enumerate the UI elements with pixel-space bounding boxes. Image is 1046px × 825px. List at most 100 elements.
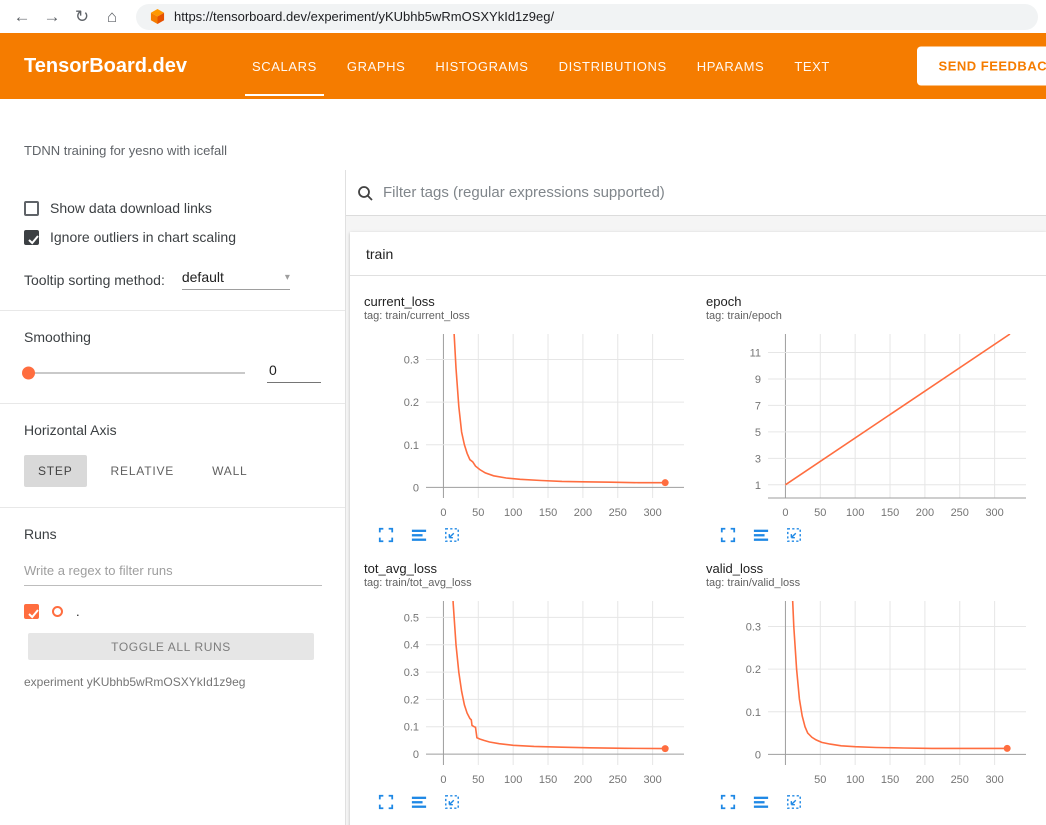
svg-text:100: 100 bbox=[846, 507, 864, 519]
fit-domain-icon[interactable] bbox=[786, 527, 802, 543]
axis-wall-button[interactable]: WALL bbox=[198, 455, 261, 487]
svg-text:0.2: 0.2 bbox=[404, 694, 419, 706]
tooltip-sorting-select[interactable]: default ▾ bbox=[182, 269, 290, 290]
tab-graphs[interactable]: GRAPHS bbox=[332, 33, 421, 99]
svg-text:0.3: 0.3 bbox=[404, 355, 419, 367]
svg-text:0.2: 0.2 bbox=[746, 664, 761, 676]
reload-icon[interactable]: ↻ bbox=[68, 3, 96, 31]
tab-text[interactable]: TEXT bbox=[779, 33, 845, 99]
chart-plot[interactable]: 0501001502002503001357911 bbox=[706, 326, 1036, 524]
divider bbox=[0, 403, 345, 404]
chart-plot[interactable]: 5010015020025030000.10.20.3 bbox=[706, 593, 1036, 791]
chart-title: epoch bbox=[706, 294, 1046, 309]
svg-text:1: 1 bbox=[755, 480, 761, 492]
svg-text:0: 0 bbox=[440, 507, 446, 519]
expand-chart-icon[interactable] bbox=[720, 527, 736, 543]
svg-text:0.1: 0.1 bbox=[746, 707, 761, 719]
tab-histograms[interactable]: HISTOGRAMS bbox=[420, 33, 543, 99]
expand-chart-icon[interactable] bbox=[378, 794, 394, 810]
svg-text:11: 11 bbox=[750, 348, 761, 360]
ignore-outliers-checkbox[interactable] bbox=[24, 230, 39, 245]
smoothing-slider-thumb[interactable] bbox=[22, 366, 35, 379]
fit-domain-icon[interactable] bbox=[786, 794, 802, 810]
chart-tag: tag: train/current_loss bbox=[364, 310, 706, 322]
svg-text:0: 0 bbox=[755, 749, 761, 761]
tag-filter-row bbox=[346, 170, 1046, 216]
smoothing-label: Smoothing bbox=[0, 329, 345, 345]
svg-text:250: 250 bbox=[609, 507, 627, 519]
show-download-links-row: Show data download links bbox=[0, 200, 345, 216]
run-color-ring-icon[interactable] bbox=[52, 606, 63, 617]
experiment-description: TDNN training for yesno with icefall bbox=[0, 99, 1046, 170]
back-icon[interactable]: ← bbox=[8, 3, 36, 31]
tag-group-header[interactable]: train bbox=[350, 232, 1046, 276]
log-scale-icon[interactable] bbox=[411, 527, 427, 543]
divider bbox=[0, 507, 345, 508]
app-title: TensorBoard.dev bbox=[24, 55, 187, 78]
svg-text:0: 0 bbox=[413, 482, 419, 494]
tensorboard-favicon bbox=[150, 9, 165, 24]
forward-icon[interactable]: → bbox=[38, 3, 66, 31]
svg-text:50: 50 bbox=[814, 507, 826, 519]
svg-text:0.4: 0.4 bbox=[404, 640, 419, 652]
send-feedback-button[interactable]: SEND FEEDBACK bbox=[917, 47, 1046, 86]
show-download-links-checkbox[interactable] bbox=[24, 201, 39, 216]
url-bar[interactable]: https://tensorboard.dev/experiment/yKUbh… bbox=[136, 4, 1038, 30]
svg-text:100: 100 bbox=[504, 774, 522, 786]
chart-plot[interactable]: 05010015020025030000.10.20.30.40.5 bbox=[364, 593, 694, 791]
chart-toolbar bbox=[706, 794, 1046, 810]
svg-text:0.5: 0.5 bbox=[404, 612, 419, 624]
expand-chart-icon[interactable] bbox=[378, 527, 394, 543]
axis-relative-button[interactable]: RELATIVE bbox=[97, 455, 189, 487]
chart-plot[interactable]: 05010015020025030000.10.20.3 bbox=[364, 326, 694, 524]
experiment-id-note: experiment yKUbhb5wRmOSXYkId1z9eg bbox=[0, 675, 345, 689]
svg-text:50: 50 bbox=[814, 774, 826, 786]
home-icon[interactable]: ⌂ bbox=[98, 3, 126, 31]
svg-text:0.1: 0.1 bbox=[404, 722, 419, 734]
content-region: Show data download links Ignore outliers… bbox=[0, 170, 1046, 825]
svg-text:7: 7 bbox=[755, 400, 761, 412]
runs-filter-input[interactable] bbox=[24, 559, 322, 586]
log-scale-icon[interactable] bbox=[753, 794, 769, 810]
svg-text:150: 150 bbox=[881, 507, 899, 519]
tab-hparams[interactable]: HPARAMS bbox=[682, 33, 780, 99]
chart-tag: tag: train/valid_loss bbox=[706, 577, 1046, 589]
chart-tag: tag: train/epoch bbox=[706, 310, 1046, 322]
svg-text:0.3: 0.3 bbox=[404, 667, 419, 679]
tooltip-sorting-label: Tooltip sorting method: bbox=[24, 272, 165, 288]
ignore-outliers-label: Ignore outliers in chart scaling bbox=[50, 229, 236, 245]
expand-chart-icon[interactable] bbox=[720, 794, 736, 810]
svg-text:0.3: 0.3 bbox=[746, 622, 761, 634]
svg-text:300: 300 bbox=[985, 774, 1003, 786]
tab-scalars[interactable]: SCALARS bbox=[237, 33, 332, 99]
tag-filter-input[interactable] bbox=[383, 184, 1036, 201]
log-scale-icon[interactable] bbox=[753, 527, 769, 543]
svg-text:0.2: 0.2 bbox=[404, 397, 419, 409]
smoothing-slider[interactable] bbox=[24, 372, 245, 374]
svg-text:300: 300 bbox=[643, 774, 661, 786]
smoothing-value-input[interactable]: 0 bbox=[267, 362, 321, 383]
chart-title: current_loss bbox=[364, 294, 706, 309]
svg-text:300: 300 bbox=[643, 507, 661, 519]
fit-domain-icon[interactable] bbox=[444, 527, 460, 543]
tab-distributions[interactable]: DISTRIBUTIONS bbox=[544, 33, 682, 99]
tooltip-sorting-row: Tooltip sorting method: default ▾ bbox=[0, 269, 345, 290]
svg-text:100: 100 bbox=[846, 774, 864, 786]
app-header: TensorBoard.dev SCALARS GRAPHS HISTOGRAM… bbox=[0, 33, 1046, 99]
axis-step-button[interactable]: STEP bbox=[24, 455, 87, 487]
svg-text:5: 5 bbox=[755, 427, 761, 439]
svg-text:0: 0 bbox=[440, 774, 446, 786]
settings-sidebar: Show data download links Ignore outliers… bbox=[0, 170, 346, 825]
train-tag-group-card: train current_loss tag: train/current_lo… bbox=[350, 232, 1046, 825]
chart-toolbar bbox=[364, 794, 706, 810]
show-download-links-label: Show data download links bbox=[50, 200, 212, 216]
svg-text:3: 3 bbox=[755, 453, 761, 465]
svg-text:0: 0 bbox=[413, 749, 419, 761]
log-scale-icon[interactable] bbox=[411, 794, 427, 810]
run-checkbox[interactable] bbox=[24, 604, 39, 619]
ignore-outliers-row: Ignore outliers in chart scaling bbox=[0, 229, 345, 245]
svg-text:0: 0 bbox=[782, 507, 788, 519]
toggle-all-runs-button[interactable]: TOGGLE ALL RUNS bbox=[28, 633, 314, 660]
fit-domain-icon[interactable] bbox=[444, 794, 460, 810]
run-name: . bbox=[76, 604, 80, 619]
